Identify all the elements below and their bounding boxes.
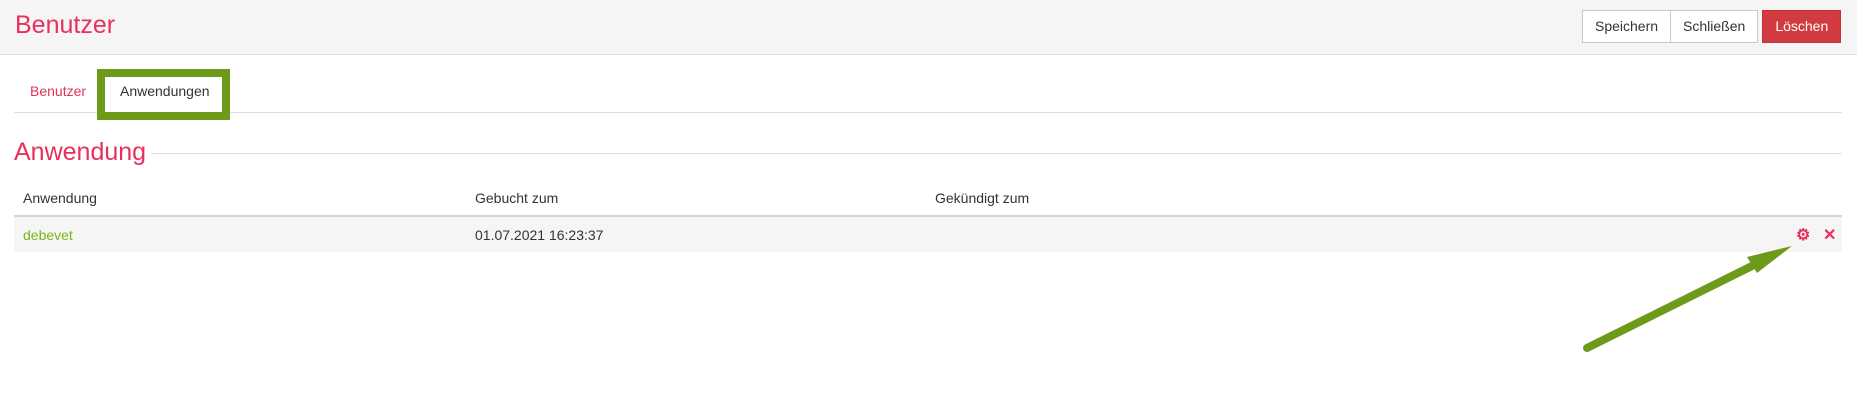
annotation-arrow — [1583, 246, 1792, 352]
